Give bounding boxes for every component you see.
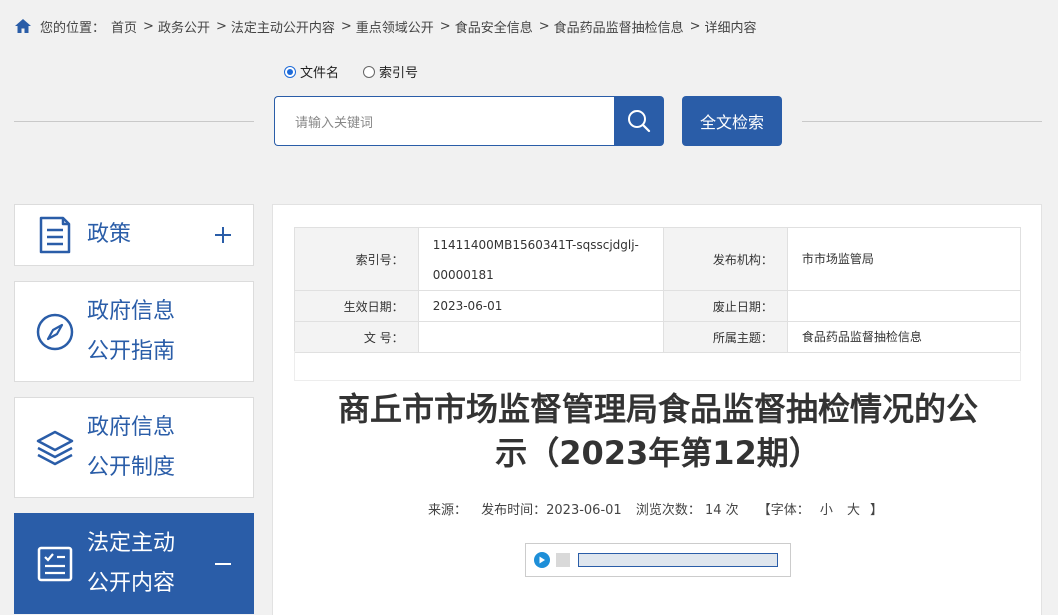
doc-no-label: 文 号： xyxy=(294,321,419,353)
publisher-value: 市市场监管局 xyxy=(786,227,1022,291)
search-icon xyxy=(628,110,651,133)
article-meta: 来源： 发布时间：2023-06-01 浏览次数： 14 次 【字体：小 大】 xyxy=(273,499,1043,518)
radio-index-no[interactable]: 索引号 xyxy=(363,62,418,81)
sidebar-item-label: 政策 xyxy=(87,222,132,247)
play-icon xyxy=(539,556,545,564)
divider-left xyxy=(14,121,254,122)
radio-filename[interactable]: 文件名 xyxy=(284,62,339,81)
search-button[interactable] xyxy=(614,96,664,146)
font-large-button[interactable]: 大 xyxy=(847,503,860,518)
radio-index-no-label: 索引号 xyxy=(379,66,419,81)
meta-table-footer xyxy=(294,351,1021,381)
breadcrumb-current: 详细内容 xyxy=(704,20,757,36)
breadcrumb-sampling-info[interactable]: 食品药品监督抽检信息 xyxy=(554,17,684,36)
minus-icon[interactable] xyxy=(213,554,233,574)
breadcrumb: 您的位置： 首页 > 政务公开 > 法定主动公开内容 > 重点领域公开 > 食品… xyxy=(14,14,763,38)
sidebar-item-disclosure-system[interactable]: 政府信息 公开制度 xyxy=(14,397,254,498)
breadcrumb-gov-affairs[interactable]: 政务公开 xyxy=(158,17,210,36)
article-views: 浏览次数： 14 次 xyxy=(635,503,739,518)
font-small-button[interactable]: 小 xyxy=(820,503,833,518)
sidebar-item-statutory-content[interactable]: 法定主动 公开内容 xyxy=(14,513,254,614)
meta-table: 索引号： 11411400MB1560341T-sqsscjdglj- 0000… xyxy=(294,227,1022,353)
article-publish-time: 发布时间：2023-06-01 xyxy=(481,503,622,518)
sidebar-item-label: 政府信息 公开指南 xyxy=(87,298,176,364)
radio-index-no-circle[interactable] xyxy=(363,65,376,78)
topic-value: 食品药品监督抽检信息 xyxy=(786,321,1022,353)
sidebar-item-label: 法定主动 公开内容 xyxy=(87,530,176,596)
topic-label: 所属主题： xyxy=(663,321,788,353)
article-title: 商丘市市场监督管理局食品监督抽检情况的公 示（2023年第12期） xyxy=(337,390,978,472)
compass-icon xyxy=(36,313,74,350)
radio-filename-label: 文件名 xyxy=(300,66,340,81)
audio-progress-bar[interactable] xyxy=(578,553,778,567)
divider-right xyxy=(802,121,1042,122)
breadcrumb-label: 您的位置： xyxy=(40,20,106,36)
home-icon xyxy=(15,19,31,33)
effective-date-label: 生效日期： xyxy=(294,290,419,322)
doc-no-value xyxy=(417,321,665,353)
breadcrumb-separator: > xyxy=(215,18,227,34)
article-panel: 索引号： 11411400MB1560341T-sqsscjdglj- 0000… xyxy=(272,204,1042,615)
sidebar-item-policy[interactable]: 政策 xyxy=(14,204,254,266)
radio-filename-circle[interactable] xyxy=(284,65,296,78)
fulltext-search-button[interactable]: 全文检索 xyxy=(682,96,782,146)
layers-icon xyxy=(36,430,74,465)
breadcrumb-separator: > xyxy=(439,18,451,34)
stop-button[interactable] xyxy=(556,553,570,567)
search-input[interactable]: 请输入关键词 xyxy=(274,96,614,146)
search-type-radios: 文件名 索引号 xyxy=(284,62,442,81)
repeal-date-value xyxy=(786,290,1022,322)
plus-icon[interactable] xyxy=(213,225,233,245)
article-source: 来源： xyxy=(427,503,467,518)
play-button[interactable] xyxy=(534,552,550,568)
index-no-value: 11411400MB1560341T-sqsscjdglj- 00000181 xyxy=(417,227,665,291)
breadcrumb-food-safety[interactable]: 食品安全信息 xyxy=(455,17,533,36)
document-icon xyxy=(39,216,71,254)
repeal-date-label: 废止日期： xyxy=(663,290,788,322)
checklist-icon xyxy=(37,546,73,581)
search-box: 请输入关键词 xyxy=(274,96,664,146)
index-no-label: 索引号： xyxy=(294,227,419,291)
breadcrumb-separator: > xyxy=(143,18,154,34)
breadcrumb-key-areas[interactable]: 重点领域公开 xyxy=(356,17,434,36)
effective-date-value: 2023-06-01 xyxy=(417,290,665,322)
breadcrumb-separator: > xyxy=(340,18,352,34)
sidebar: 政策 政府信息 公开指南 政府信息 公开制度 法定主动 公开内容 xyxy=(14,204,254,614)
breadcrumb-separator: > xyxy=(538,18,550,34)
breadcrumb-separator: > xyxy=(689,18,701,34)
breadcrumb-statutory-content[interactable]: 法定主动公开内容 xyxy=(231,17,335,36)
publisher-label: 发布机构： xyxy=(663,227,788,291)
audio-player xyxy=(525,543,791,577)
breadcrumb-home[interactable]: 首页 xyxy=(111,17,137,36)
sidebar-item-disclosure-guide[interactable]: 政府信息 公开指南 xyxy=(14,281,254,382)
font-size-control: 【字体：小 大】 xyxy=(757,503,883,518)
sidebar-item-label: 政府信息 公开制度 xyxy=(87,414,176,480)
